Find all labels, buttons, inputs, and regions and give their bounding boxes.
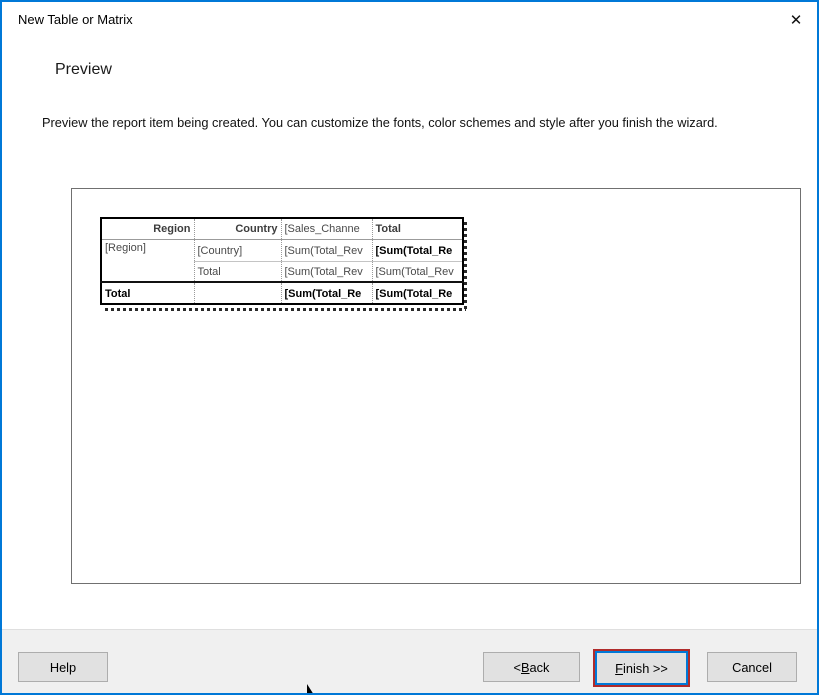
cell-grand-total-label: Total <box>101 282 194 304</box>
page-description: Preview the report item being created. Y… <box>42 113 744 133</box>
finish-highlight-annotation: Finish >> <box>593 649 690 687</box>
cancel-button[interactable]: Cancel <box>707 652 797 682</box>
close-icon[interactable]: ✕ <box>780 6 812 34</box>
window-title: New Table or Matrix <box>18 12 133 27</box>
page-title: Preview <box>55 61 112 79</box>
header-cell-country: Country <box>194 218 281 239</box>
cell-sum-revenue-total: [Sum(Total_Re <box>372 282 463 304</box>
back-button[interactable]: < Back <box>483 652 580 682</box>
cell-sum-revenue-total: [Sum(Total_Re <box>372 239 463 261</box>
header-cell-sales-channel: [Sales_Channe <box>281 218 372 239</box>
header-cell-region: Region <box>101 218 194 239</box>
table-total-row: Total [Sum(Total_Re [Sum(Total_Re <box>101 282 463 304</box>
cell-country-subtotal-label: Total <box>194 261 281 282</box>
preview-table: Region Country [Sales_Channe Total [Regi… <box>100 217 464 305</box>
cell-sum-revenue-total: [Sum(Total_Re <box>281 282 372 304</box>
finish-button[interactable]: Finish >> <box>595 651 688 685</box>
help-button[interactable]: Help <box>18 652 108 682</box>
table-row: [Region] [Country] [Sum(Total_Rev [Sum(T… <box>101 239 463 261</box>
cell-empty <box>194 282 281 304</box>
dialog-footer: Help < Back Finish >> Cancel <box>2 629 817 693</box>
header-cell-total: Total <box>372 218 463 239</box>
cell-sum-revenue: [Sum(Total_Rev <box>281 261 372 282</box>
table-shadow-bottom <box>105 308 466 311</box>
preview-table-header-row: Region Country [Sales_Channe Total <box>101 218 463 239</box>
cell-sum-revenue: [Sum(Total_Rev <box>281 239 372 261</box>
cell-country-group: [Country] <box>194 239 281 261</box>
new-table-or-matrix-dialog: New Table or Matrix ✕ Preview Preview th… <box>0 0 819 695</box>
cell-region-group: [Region] <box>101 239 194 282</box>
cell-sum-revenue: [Sum(Total_Rev <box>372 261 463 282</box>
table-shadow-right <box>464 222 467 311</box>
